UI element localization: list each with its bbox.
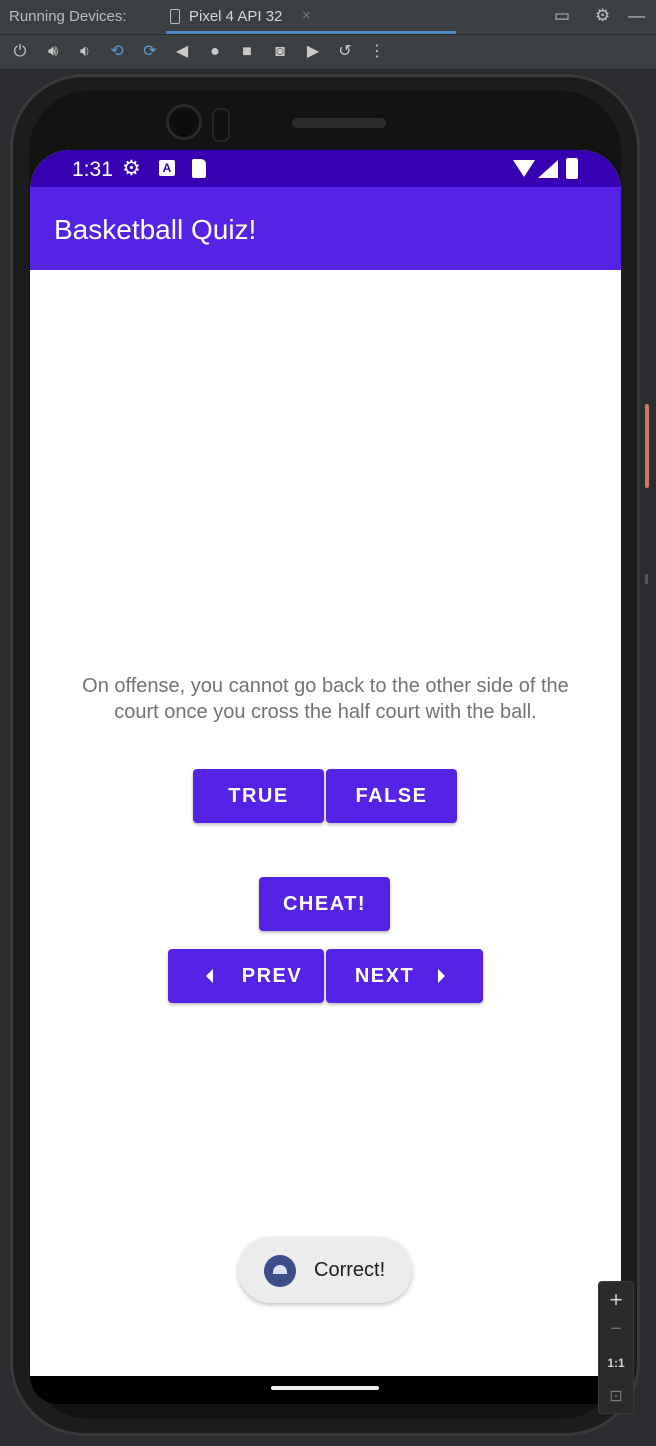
rotate-left-icon[interactable]: ⟲ bbox=[107, 42, 127, 62]
device-toolbar: ⏻ 🔊︎ 🔉︎ ⟲ ⟳ ◀ ● ■ ◙ ▶ ↺ ⋮ bbox=[0, 35, 656, 70]
false-button[interactable]: FALSE bbox=[326, 769, 457, 823]
scroll-marker bbox=[645, 574, 648, 584]
device-tab-label: Pixel 4 API 32 bbox=[189, 8, 283, 25]
battery-icon bbox=[566, 158, 578, 179]
camera-icon[interactable]: ◙ bbox=[270, 42, 290, 62]
camera-lens bbox=[166, 104, 202, 140]
actual-size-button[interactable]: 1:1 bbox=[599, 1356, 633, 1370]
app-bar: Basketball Quiz! bbox=[30, 187, 621, 270]
scrollbar-thumb[interactable] bbox=[645, 404, 649, 488]
cheat-button-label: CHEAT! bbox=[282, 892, 367, 915]
question-text: On offense, you cannot go back to the ot… bbox=[82, 675, 569, 723]
panel-title: Running Devices: bbox=[9, 8, 127, 25]
a-icon: A bbox=[159, 160, 175, 176]
fit-screen-icon[interactable]: ⊡ bbox=[599, 1386, 633, 1406]
sd-card-icon bbox=[192, 159, 206, 178]
zoom-in-button[interactable]: + bbox=[599, 1287, 633, 1313]
sensor bbox=[212, 108, 230, 142]
cheat-button[interactable]: CHEAT! bbox=[259, 877, 390, 931]
gear-icon[interactable]: ⚙ bbox=[595, 6, 610, 26]
next-button[interactable]: NEXT bbox=[326, 949, 483, 1003]
app-title: Basketball Quiz! bbox=[54, 214, 257, 245]
home-icon[interactable]: ● bbox=[205, 42, 225, 62]
earpiece-speaker bbox=[292, 118, 386, 128]
zoom-panel: + − 1:1 ⊡ bbox=[598, 1281, 634, 1414]
overview-icon[interactable]: ■ bbox=[237, 42, 257, 62]
android-icon bbox=[264, 1255, 296, 1287]
chevron-right-icon bbox=[438, 969, 445, 983]
close-tab-icon[interactable]: × bbox=[302, 7, 311, 24]
toast-text: Correct! bbox=[314, 1259, 386, 1281]
phone-icon bbox=[170, 9, 180, 24]
gesture-handle[interactable] bbox=[271, 1386, 379, 1390]
volume-up-icon[interactable]: 🔊︎ bbox=[43, 42, 63, 62]
next-button-label: NEXT bbox=[354, 964, 415, 987]
chevron-left-icon bbox=[206, 969, 213, 983]
back-icon[interactable]: ◀ bbox=[172, 42, 192, 62]
power-icon[interactable]: ⏻ bbox=[10, 42, 30, 62]
rotate-right-icon[interactable]: ⟳ bbox=[140, 42, 160, 62]
false-button-label: FALSE bbox=[355, 784, 428, 807]
video-icon[interactable]: ▶ bbox=[303, 42, 323, 62]
volume-down-icon[interactable]: 🔉︎ bbox=[75, 42, 95, 62]
signal-icon bbox=[538, 160, 558, 178]
more-icon[interactable]: ⋮ bbox=[367, 42, 387, 62]
true-button-label: TRUE bbox=[228, 784, 289, 807]
active-tab-indicator bbox=[166, 31, 456, 34]
prev-button[interactable]: PREV bbox=[168, 949, 324, 1003]
true-button[interactable]: TRUE bbox=[193, 769, 324, 823]
minimize-icon[interactable]: — bbox=[628, 6, 645, 26]
window-icon[interactable]: ▭ bbox=[554, 6, 570, 26]
prev-button-label: PREV bbox=[241, 964, 303, 987]
device-screen: 1:31 ⚙ A Basketball Quiz! On offense, yo… bbox=[30, 150, 621, 1376]
toast: Correct! bbox=[238, 1237, 412, 1303]
status-time: 1:31 bbox=[72, 158, 113, 181]
status-bar: 1:31 ⚙ A bbox=[30, 150, 621, 187]
wifi-icon bbox=[513, 160, 535, 177]
reset-icon[interactable]: ↺ bbox=[335, 42, 355, 62]
gear-icon: ⚙ bbox=[122, 157, 141, 180]
navigation-bar bbox=[30, 1376, 621, 1404]
device-tab[interactable]: Pixel 4 API 32 × bbox=[158, 0, 456, 34]
zoom-out-button[interactable]: − bbox=[599, 1318, 633, 1341]
ide-tabbar: Running Devices: Pixel 4 API 32 × ▭ ⚙ — bbox=[0, 0, 656, 35]
